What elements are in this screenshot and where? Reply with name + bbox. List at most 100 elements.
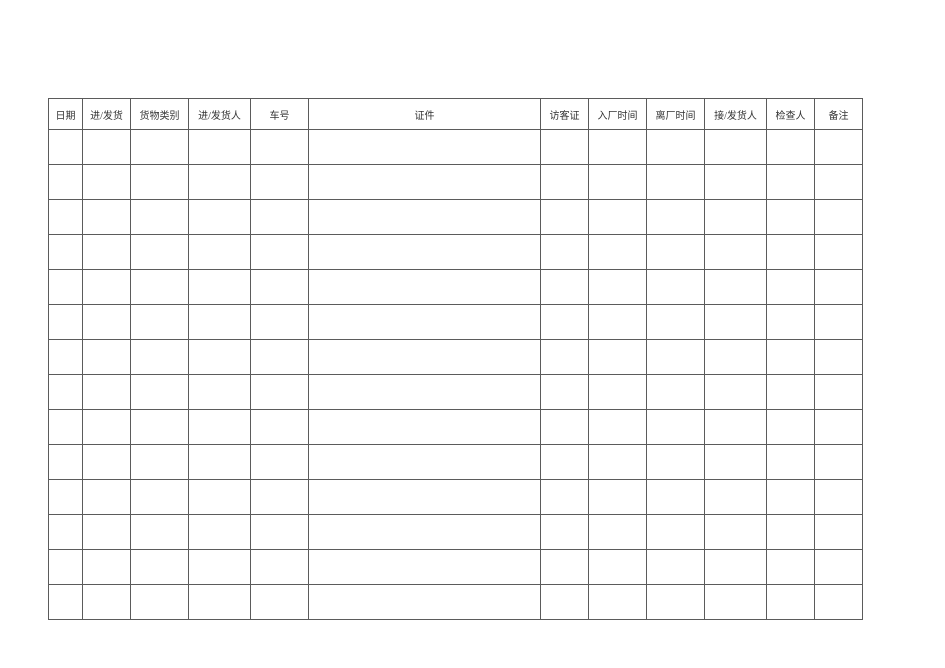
cell [589, 410, 647, 445]
cell [309, 130, 541, 165]
cell [541, 515, 589, 550]
cell [189, 270, 251, 305]
cell [131, 445, 189, 480]
cell [251, 200, 309, 235]
cell [49, 200, 83, 235]
cell [767, 410, 815, 445]
cell [189, 235, 251, 270]
cell [815, 130, 863, 165]
cell [815, 270, 863, 305]
cell [647, 235, 705, 270]
cell [767, 340, 815, 375]
cell [589, 445, 647, 480]
cell [189, 340, 251, 375]
cell [49, 165, 83, 200]
cell [647, 480, 705, 515]
cell [705, 480, 767, 515]
cell [49, 305, 83, 340]
cell [541, 235, 589, 270]
table-row [49, 375, 863, 410]
cell [767, 375, 815, 410]
cell [589, 585, 647, 620]
cell [541, 200, 589, 235]
cell [309, 305, 541, 340]
cell [705, 165, 767, 200]
cell [309, 375, 541, 410]
cell [767, 515, 815, 550]
cell [309, 445, 541, 480]
cell [83, 515, 131, 550]
cell [647, 200, 705, 235]
table-row [49, 340, 863, 375]
cell [309, 480, 541, 515]
cell [647, 515, 705, 550]
cell [589, 550, 647, 585]
cell [767, 130, 815, 165]
col-remark: 备注 [815, 99, 863, 130]
table-row [49, 305, 863, 340]
cell [83, 270, 131, 305]
cell [49, 550, 83, 585]
cell [83, 550, 131, 585]
table-row [49, 200, 863, 235]
table-row [49, 550, 863, 585]
cell [647, 375, 705, 410]
col-in-out: 进/发货 [83, 99, 131, 130]
cell [767, 480, 815, 515]
cell [589, 305, 647, 340]
cell [189, 480, 251, 515]
col-receiver: 接/发货人 [705, 99, 767, 130]
cell [131, 550, 189, 585]
table-row [49, 270, 863, 305]
cell [49, 410, 83, 445]
cell [767, 200, 815, 235]
cell [309, 585, 541, 620]
cell [589, 515, 647, 550]
cell [131, 375, 189, 410]
cell [49, 515, 83, 550]
col-in-out-person: 进/发货人 [189, 99, 251, 130]
cell [83, 585, 131, 620]
table-body [49, 130, 863, 620]
cell [309, 270, 541, 305]
cell [49, 270, 83, 305]
cell [49, 480, 83, 515]
cell [815, 340, 863, 375]
cell [541, 585, 589, 620]
table-row [49, 165, 863, 200]
cell [767, 550, 815, 585]
cell [309, 165, 541, 200]
cell [49, 340, 83, 375]
cell [647, 550, 705, 585]
cell [189, 410, 251, 445]
cell [815, 410, 863, 445]
cell [815, 165, 863, 200]
cell [815, 480, 863, 515]
col-visitor-pass: 访客证 [541, 99, 589, 130]
cell [705, 270, 767, 305]
cell [647, 340, 705, 375]
cell [647, 270, 705, 305]
cell [647, 585, 705, 620]
col-goods-category: 货物类别 [131, 99, 189, 130]
cell [541, 550, 589, 585]
header-row: 日期 进/发货 货物类别 进/发货人 车号 证件 访客证 入厂时间 离厂时间 接… [49, 99, 863, 130]
cell [589, 235, 647, 270]
cell [647, 165, 705, 200]
cell [131, 270, 189, 305]
cell [541, 480, 589, 515]
cell [647, 130, 705, 165]
cell [251, 375, 309, 410]
cell [705, 200, 767, 235]
cell [251, 515, 309, 550]
cell [815, 235, 863, 270]
cell [131, 340, 189, 375]
cell [189, 445, 251, 480]
goods-register-table: 日期 进/发货 货物类别 进/发货人 车号 证件 访客证 入厂时间 离厂时间 接… [48, 98, 863, 620]
cell [589, 270, 647, 305]
table-row [49, 585, 863, 620]
cell [705, 410, 767, 445]
cell [815, 305, 863, 340]
cell [767, 235, 815, 270]
cell [131, 200, 189, 235]
